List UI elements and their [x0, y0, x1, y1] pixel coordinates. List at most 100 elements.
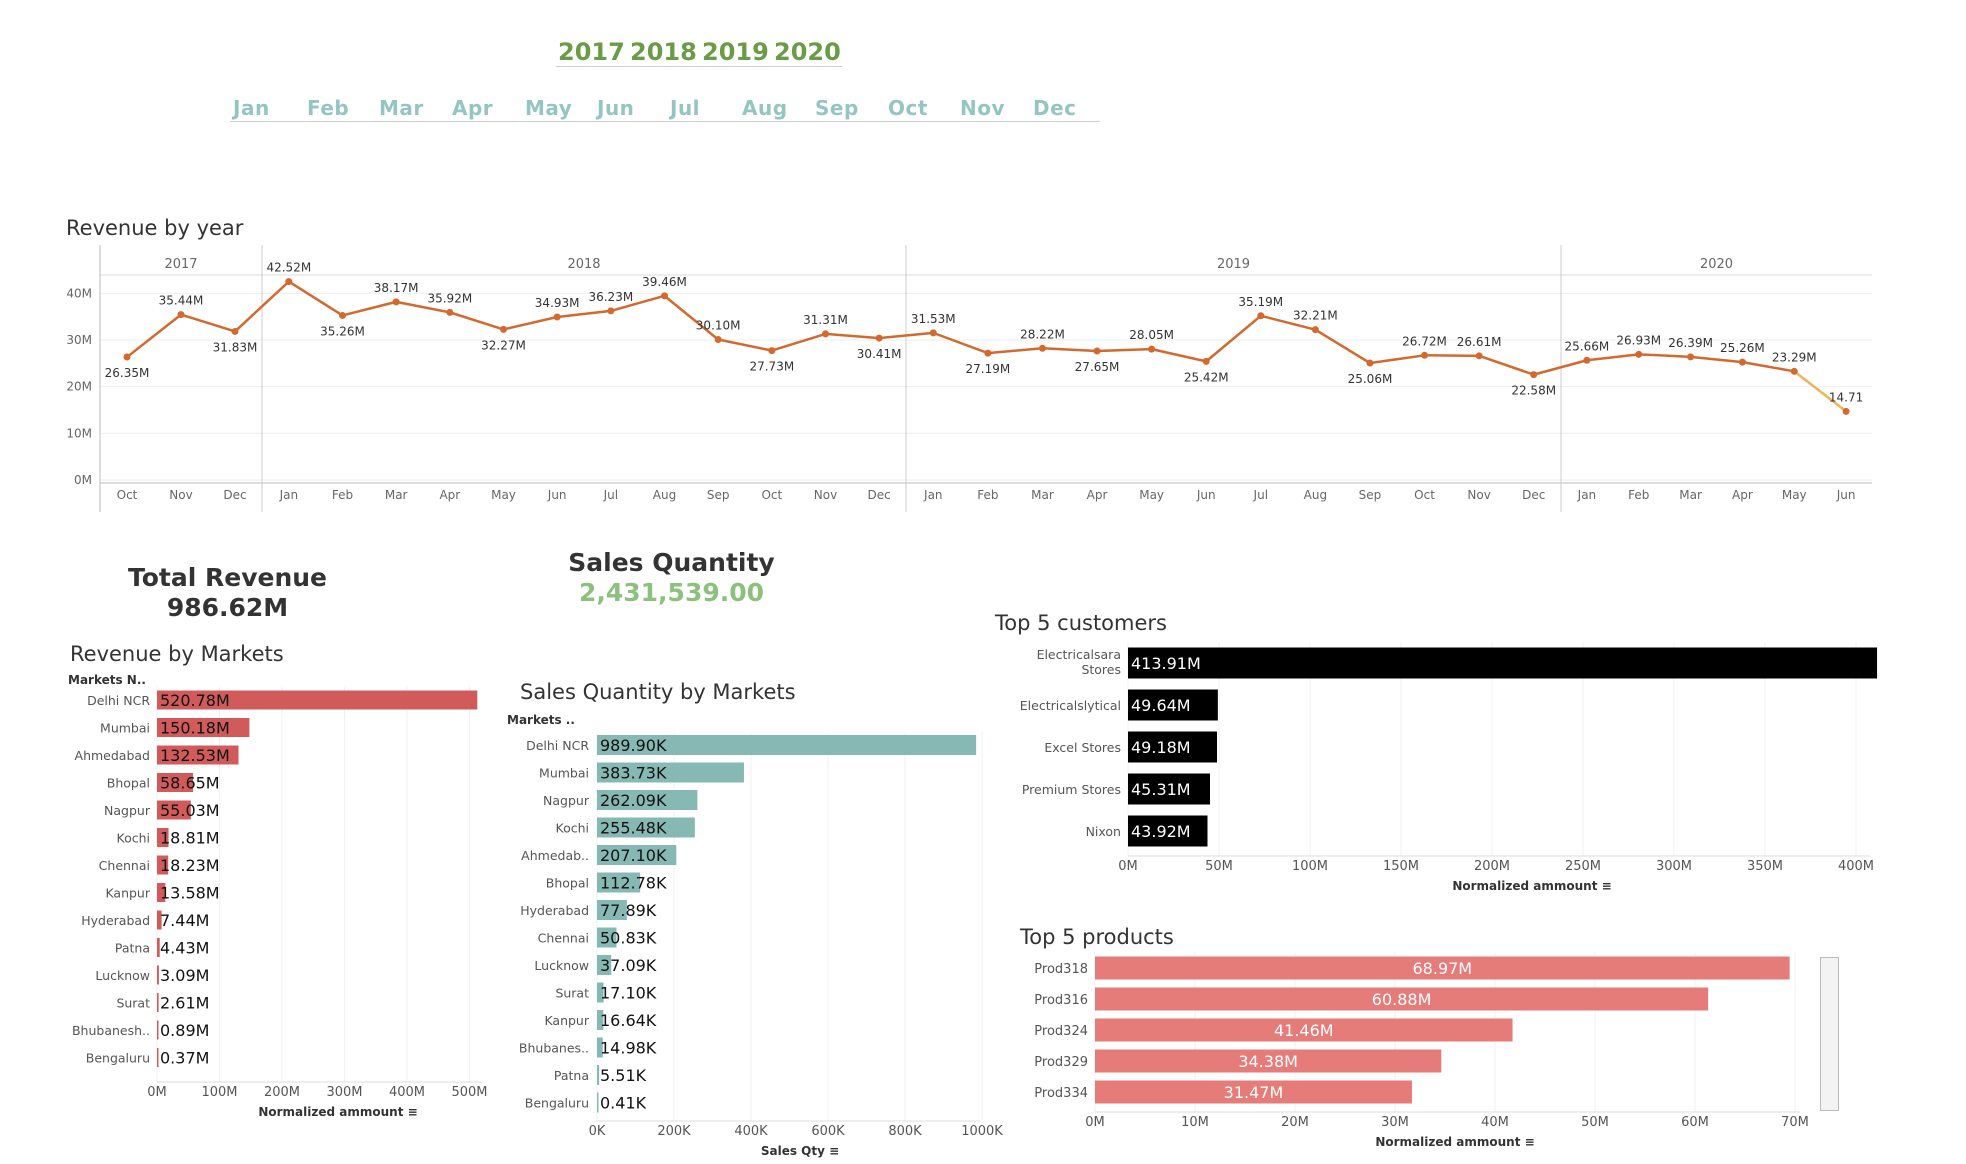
bar-value-label: 14.98K [600, 1039, 657, 1058]
x-tick-label: Dec [868, 488, 891, 502]
line-point [1421, 351, 1429, 359]
bar [1095, 956, 1790, 980]
y-tick-label: 40M [66, 286, 92, 300]
year-filter-item[interactable]: 2018 [630, 38, 697, 66]
line-segment [987, 347, 1043, 355]
month-filter-item[interactable]: Jan [233, 96, 270, 120]
bar-value-label: 112.78K [600, 874, 667, 893]
line-segment [1042, 347, 1098, 353]
year-filter-item[interactable]: 2017 [558, 38, 625, 66]
line-data-label: 26.35M [105, 366, 150, 380]
line-data-label: 31.53M [911, 312, 956, 326]
month-filter-item[interactable]: Jul [670, 96, 700, 120]
bar-value-label: 989.90K [600, 736, 667, 755]
x-axis-title: Sales Qty ≡ [761, 1144, 839, 1158]
bar-value-label: 5.51K [600, 1066, 647, 1085]
x-tick-label: Nov [1467, 488, 1490, 502]
line-data-label: 25.06M [1348, 372, 1393, 386]
month-filter-item[interactable]: Nov [960, 96, 1005, 120]
revenue-by-markets-title: Revenue by Markets [70, 642, 284, 666]
line-point [1148, 345, 1156, 353]
panel-year-label: 2017 [164, 257, 197, 272]
line-segment [126, 313, 182, 359]
bar [157, 938, 160, 957]
x-tick-label: 200K [657, 1124, 691, 1139]
month-filter-item[interactable]: Mar [379, 96, 424, 120]
line-point [984, 349, 992, 357]
month-filter-item[interactable]: Aug [742, 96, 788, 120]
line-data-label: 34.93M [535, 296, 580, 310]
month-filter-item[interactable]: Apr [452, 96, 493, 120]
revenue-by-year-title: Revenue by year [66, 216, 244, 240]
bar-value-label: 34.38M [1238, 1052, 1298, 1071]
sales-quantity-label: Sales Quantity [568, 548, 775, 577]
x-tick-label: Jul [603, 488, 618, 502]
month-filter-item[interactable]: Sep [815, 96, 859, 120]
x-tick-label: Sep [707, 488, 730, 502]
year-filter-item[interactable]: 2019 [702, 38, 769, 66]
line-point [714, 336, 722, 344]
category-label: Excel Stores [1044, 740, 1121, 755]
bar-value-label: 18.23M [160, 856, 220, 875]
bar [1095, 1018, 1513, 1042]
x-tick-label: 300M [1656, 859, 1692, 874]
line-segment [1260, 314, 1316, 331]
x-tick-label: 600K [811, 1124, 845, 1139]
line-point [1738, 358, 1746, 366]
line-data-label: 42.52M [266, 261, 311, 275]
x-axis-title: Normalized ammount ≡ [1452, 879, 1611, 893]
x-tick-label: Dec [1522, 488, 1545, 502]
x-tick-label: 150M [1383, 859, 1419, 874]
line-point [1530, 371, 1538, 379]
category-label: Prod316 [1034, 993, 1088, 1008]
x-tick-label: 350M [1747, 859, 1783, 874]
line-point [231, 327, 239, 335]
bar-value-label: 55.03M [160, 801, 220, 820]
category-label: Electricalslytical [1020, 698, 1121, 713]
category-label: Surat [555, 986, 589, 1001]
category-label: Patna [115, 941, 150, 956]
category-label: Bhubanesh.. [72, 1023, 150, 1038]
bar [597, 762, 744, 783]
line-point [339, 311, 346, 319]
category-label: Bhubanes.. [519, 1041, 589, 1056]
total-revenue-value: 986.62M [166, 593, 289, 622]
x-tick-label: Mar [1031, 488, 1054, 502]
category-label: Prod334 [1034, 1086, 1088, 1101]
line-point [1202, 357, 1210, 365]
top-products-scrollbar[interactable] [1820, 957, 1839, 1111]
bar-value-label: 383.73K [600, 764, 667, 783]
line-data-label: 25.42M [1184, 370, 1229, 384]
category-label: Kanpur [105, 886, 150, 901]
x-tick-label: Oct [117, 488, 138, 502]
sales-quantity-value: 2,431,539.00 [578, 578, 765, 607]
bar-value-label: 41.46M [1274, 1021, 1334, 1040]
month-filter-item[interactable]: Dec [1033, 96, 1077, 120]
line-segment [234, 280, 290, 333]
x-tick-label: 200M [264, 1085, 300, 1100]
line-data-label: 27.65M [1075, 360, 1120, 374]
top-products-title: Top 5 products [1020, 925, 1174, 949]
category-label: Patna [554, 1068, 589, 1083]
line-data-label: 30.41M [857, 347, 902, 361]
category-label: Ahmedab.. [521, 848, 589, 863]
bar-value-label: 255.48K [600, 819, 667, 838]
category-label: Lucknow [534, 958, 589, 973]
category-label: Kochi [117, 831, 151, 846]
line-segment [932, 331, 989, 355]
year-filter-item[interactable]: 2020 [774, 38, 841, 66]
bar-value-label: 18.81M [160, 829, 220, 848]
category-label: Ahmedabad [75, 748, 150, 763]
line-point [1366, 359, 1374, 367]
line-point [1842, 407, 1850, 415]
panel-year-label: 2018 [567, 257, 600, 272]
month-filter-item[interactable]: May [525, 96, 572, 120]
month-filter-item[interactable]: Feb [307, 96, 349, 120]
line-segment [1793, 370, 1847, 413]
month-filter-item[interactable]: Jun [597, 96, 634, 120]
bar-value-label: 50.83K [600, 929, 657, 948]
bar [597, 1010, 604, 1030]
month-filter-item[interactable]: Oct [888, 96, 928, 120]
line-segment [449, 311, 504, 331]
x-tick-label: Jun [1836, 488, 1856, 502]
